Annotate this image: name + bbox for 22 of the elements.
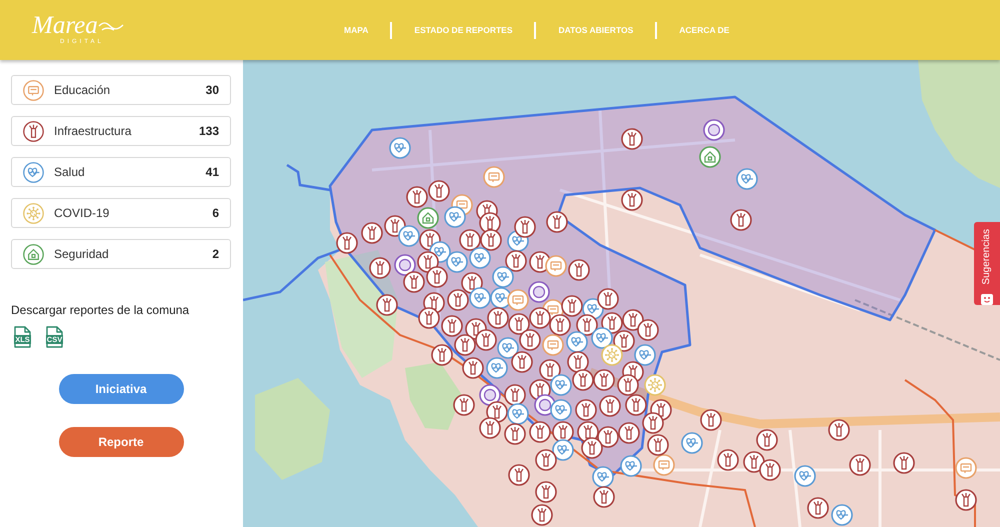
category-label: Salud xyxy=(54,165,86,179)
category-item[interactable]: Educación 30 xyxy=(11,75,231,105)
category-item[interactable]: Seguridad 2 xyxy=(11,239,231,269)
smiley-icon xyxy=(981,294,993,305)
report-button[interactable]: Reporte xyxy=(58,427,184,457)
feedback-tab[interactable]: Sugerencias xyxy=(974,222,1000,305)
logo-title: Marea xyxy=(32,14,98,38)
category-item[interactable]: Infraestructura 133 xyxy=(11,116,231,146)
category-item[interactable]: COVID-19 6 xyxy=(11,198,231,228)
category-count: 6 xyxy=(212,206,219,220)
category-label: COVID-19 xyxy=(54,206,110,220)
category-label: Infraestructura xyxy=(54,124,132,138)
wave-icon xyxy=(98,22,124,30)
category-label: Educación xyxy=(54,83,112,97)
category-count: 133 xyxy=(198,124,219,138)
category-item[interactable]: Salud 41 xyxy=(11,157,231,187)
category-label: Seguridad xyxy=(54,247,110,261)
category-count: 41 xyxy=(206,165,219,179)
download-title: Descargar reportes de la comuna xyxy=(11,303,190,317)
initiative-button[interactable]: Iniciativa xyxy=(58,374,184,404)
category-count: 30 xyxy=(206,83,219,97)
category-count: 2 xyxy=(212,247,219,261)
